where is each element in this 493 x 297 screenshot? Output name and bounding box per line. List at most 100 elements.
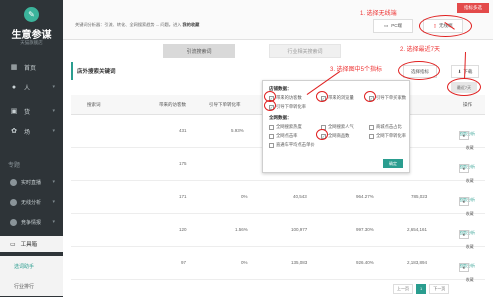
option-click-rate[interactable]: 全网点击率 [269, 133, 297, 139]
checkbox[interactable] [369, 124, 374, 130]
sidebar: ✎ 生意参谋 天猫旗舰店 ▦ 首页 ● 人 ▾ ▣ 货 ▾ ✿ 场 ▾ 专题 实… [0, 0, 63, 297]
favorite-button[interactable]: ★ 收藏 [459, 230, 474, 249]
confirm-button[interactable]: 确定 [383, 159, 403, 168]
favorite-label: 收藏 [465, 277, 474, 282]
tool-item-word-helper[interactable]: 选词助手 [0, 256, 63, 276]
option-label: 商城点击占比 [376, 124, 402, 129]
monitor-icon: ▭ [383, 23, 389, 28]
chevron-down-icon: ▾ [52, 199, 55, 205]
description-text: 关键词分析器：引流、转化、全网搜索趋势 ... 问题。进入 [75, 22, 182, 27]
column-header: 搜索词 [87, 102, 101, 107]
gear-icon: ✿ [11, 128, 17, 135]
checkbox[interactable] [269, 142, 274, 148]
annotation-step2: 2. 选择最近7天 [400, 47, 441, 53]
sidebar-item-venue[interactable]: ✿ 场 ▾ [0, 122, 63, 140]
favorite-button[interactable]: ★ 收藏 [459, 263, 474, 282]
cell: 100,977 [291, 227, 308, 232]
option-label: 全网点击率 [276, 133, 298, 138]
sidebar-item-label: 首页 [24, 65, 37, 72]
cell: 171 [179, 194, 187, 199]
option-label: 直通车平均点击单价 [276, 142, 315, 147]
pc-label: PC端 [391, 23, 403, 28]
annotation-step1: 1. 选择无线端 [360, 11, 397, 17]
cell: 997.30% [356, 227, 374, 232]
page-description: 关键词分析器：引流、转化、全网搜索趋势 ... 问题。进入 我的收藏 [75, 22, 199, 28]
table-row: 171 0% 40,543 964.27% 785,023 趋势分析 ★ 收藏 [71, 181, 485, 216]
option-mall-click-share[interactable]: 商城点击占比 [369, 124, 402, 130]
favorite-button[interactable]: ★ 收藏 [459, 131, 474, 150]
sidebar-section-label: 专题 [8, 163, 21, 169]
option-label: 引导下单买家数 [376, 95, 407, 100]
tool-item-label: 选词助手 [14, 263, 35, 270]
cell: 97 [181, 260, 187, 265]
checkbox[interactable] [369, 133, 374, 139]
option-search-popularity[interactable]: 全网搜索人气 [321, 124, 354, 130]
option-label: 全网商品数 [328, 133, 350, 138]
pc-button[interactable]: ▭ PC端 [373, 19, 413, 33]
realtime-icon [10, 178, 17, 186]
cell: 1.56% [235, 227, 248, 232]
sidebar-item-label: 无线分析 [21, 199, 42, 206]
highlight-option-goods [316, 129, 328, 140]
chevron-down-icon: ▾ [52, 219, 55, 225]
cell: 5.93% [231, 128, 244, 133]
option-cpc[interactable]: 直通车平均点击单价 [269, 142, 315, 148]
cell: 0% [241, 194, 248, 199]
home-icon: ▦ [10, 64, 18, 71]
multi-metric-tag: 指标多选 [457, 3, 489, 13]
cell: 0% [241, 260, 248, 265]
option-label: 引导下单转化率 [276, 104, 307, 109]
cell: 2,654,161 [407, 227, 428, 232]
sidebar-item-label: 场 [24, 129, 31, 136]
toolbox-label: 工具箱 [20, 242, 38, 248]
tool-item-industry-rank[interactable]: 行业排行 [0, 276, 63, 296]
sidebar-item-realtime[interactable]: 实时直播 ▾ [0, 172, 63, 192]
tab-bar: 引流搜索词 行业相关搜索词 [163, 44, 375, 58]
sidebar-item-goods[interactable]: ▣ 货 ▾ [0, 102, 63, 120]
table-row: 97 0% 135,083 926.40% 2,183,894 趋势分析 ★ 收… [71, 247, 485, 282]
wireless-icon [10, 198, 17, 206]
cell: 785,023 [411, 194, 428, 199]
net-data-title: 全网数据： [269, 115, 292, 120]
user-icon: ● [11, 83, 17, 91]
cell: 964.27% [356, 194, 374, 199]
highlight-option-conversion [264, 100, 276, 111]
cell: 40,543 [293, 194, 307, 199]
page-number[interactable]: 1 [416, 284, 427, 294]
toolbox-header[interactable]: ▭ 工具箱 [0, 236, 63, 252]
column-header: 操作 [463, 102, 472, 107]
download-icon: ⬇ [457, 68, 462, 74]
sidebar-item-label: 竞争情报 [21, 219, 42, 226]
favorite-button[interactable]: ★ 收藏 [459, 164, 474, 183]
checkbox[interactable] [269, 133, 274, 139]
tab-traffic-search-words[interactable]: 引流搜索词 [163, 44, 235, 58]
sidebar-item-wireless[interactable]: 无线分析 ▾ [0, 192, 63, 212]
option-label: 全网下单转化率 [376, 133, 407, 138]
cell: 2,183,894 [407, 260, 428, 265]
option-search-heat[interactable]: 全网搜索热度 [269, 124, 302, 130]
option-label: 全网搜索热度 [276, 124, 302, 129]
chevron-down-icon: ▾ [52, 128, 55, 134]
cell: 135,083 [291, 260, 308, 265]
checkbox[interactable] [269, 124, 274, 130]
prev-page-button[interactable]: 上一页 [393, 284, 413, 294]
cell: 431 [179, 128, 187, 133]
tab-industry-search-words[interactable]: 行业相关搜索词 [269, 44, 341, 58]
highlight-select-metrics [398, 61, 440, 80]
sidebar-item-competition[interactable]: 竞争情报 ▾ [0, 212, 63, 232]
logo: ✎ 生意参谋 天猫旗舰店 [0, 0, 63, 52]
chevron-down-icon: ▾ [52, 179, 55, 185]
favorite-button[interactable]: ★ 收藏 [459, 197, 474, 216]
chevron-down-icon: ▾ [52, 84, 55, 90]
next-page-button[interactable]: 下一页 [429, 284, 450, 294]
table-row: 120 1.56% 100,977 997.30% 2,654,161 趋势分析… [71, 214, 485, 249]
sidebar-item-home[interactable]: ▦ 首页 [0, 58, 63, 76]
logo-subtitle: 天猫旗舰店 [20, 40, 43, 45]
option-net-conversion[interactable]: 全网下单转化率 [369, 133, 406, 139]
sidebar-item-label: 实时直播 [21, 179, 42, 186]
sidebar-item-people[interactable]: ● 人 ▾ [0, 78, 63, 96]
option-label: 带来的浏览量 [328, 95, 354, 100]
favorites-link[interactable]: 我的收藏 [183, 22, 200, 27]
metric-select-popup: 店铺数据： ✓ 带来的访客数 ✓ 带来的浏览量 ✓ 引导下单买家数 ✓ 引导下单转化率 … [262, 80, 410, 173]
cell: 120 [179, 227, 187, 232]
